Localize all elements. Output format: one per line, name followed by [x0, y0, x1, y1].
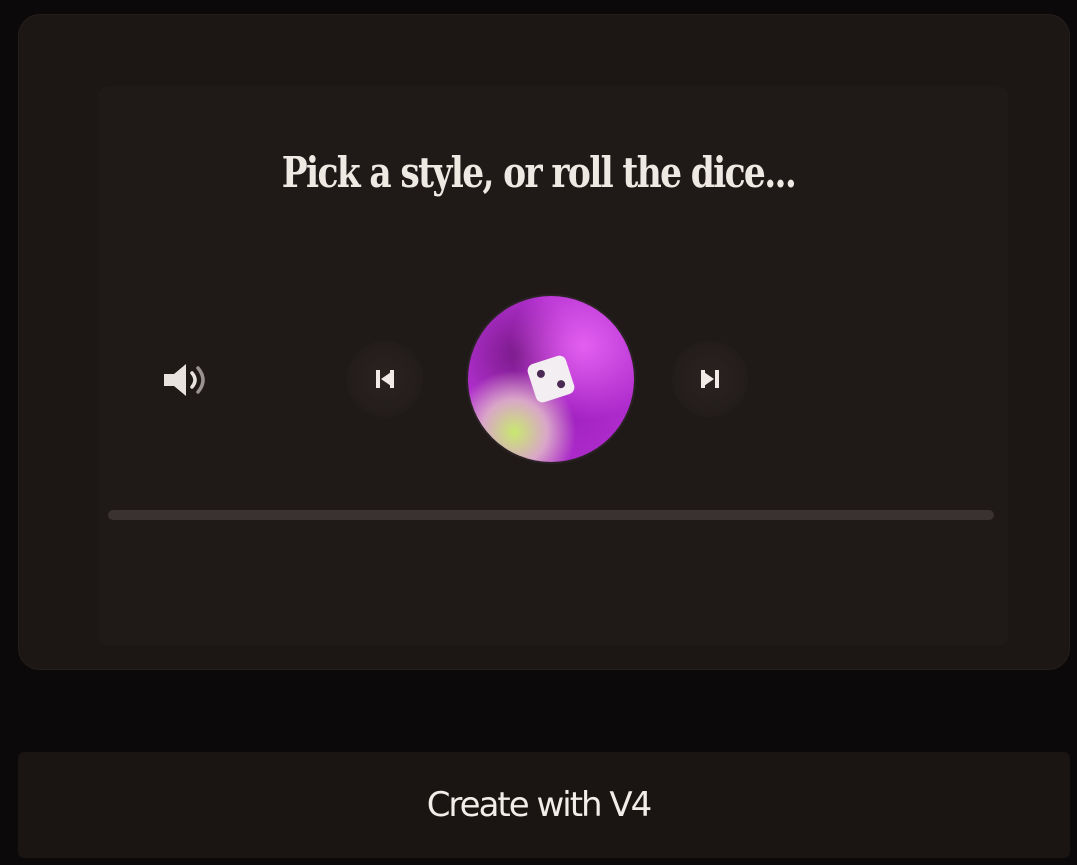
dice-icon: [525, 353, 577, 405]
create-with-v4-button[interactable]: Create with V4: [0, 752, 1077, 858]
volume-icon: [158, 360, 214, 400]
skip-next-icon: [698, 368, 722, 390]
volume-button[interactable]: [146, 345, 226, 415]
next-style-button[interactable]: [672, 341, 748, 417]
skip-previous-icon: [373, 368, 397, 390]
roll-dice-button[interactable]: [468, 296, 634, 462]
prompt-heading: Pick a style, or roll the dice...: [281, 148, 797, 197]
previous-style-button[interactable]: [347, 341, 423, 417]
progress-bar[interactable]: [108, 510, 994, 520]
